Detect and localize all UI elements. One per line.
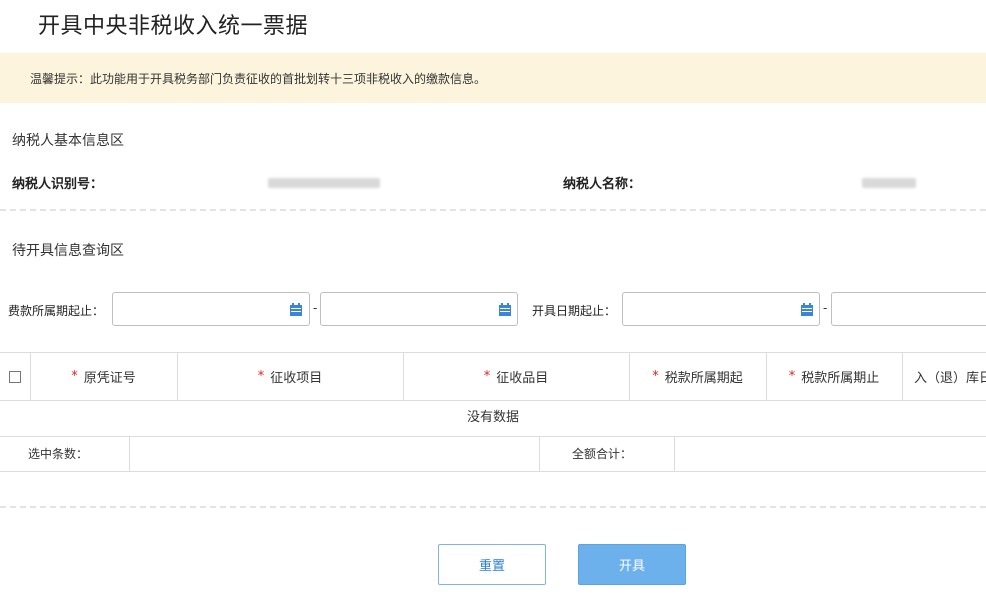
section-divider [0, 209, 986, 211]
total-amount-label: 全额合计： [540, 437, 675, 471]
col-header-period-end: * 税款所属期止 [766, 353, 903, 400]
fee-period-label: 费款所属期起止： [8, 304, 105, 318]
fee-period-start-input[interactable] [112, 292, 310, 326]
range-separator: - [313, 301, 318, 315]
col-header-item: * 征收项目 [177, 353, 404, 400]
issue-date-start-input[interactable] [622, 292, 820, 326]
query-section-title: 待开具信息查询区 [12, 243, 124, 259]
col-header-storage-date: 入（退）库日 [914, 371, 986, 386]
summary-row: 选中条数： 全额合计： [0, 437, 986, 472]
select-all-checkbox[interactable] [9, 370, 21, 383]
reset-button[interactable]: 重置 [438, 544, 546, 585]
calendar-icon[interactable] [290, 303, 302, 316]
section-divider [0, 506, 986, 508]
col-header-subitem: * 征收品目 [403, 353, 630, 400]
taxpayer-name-label: 纳税人名称： [563, 177, 642, 192]
taxpayer-section-title: 纳税人基本信息区 [12, 133, 124, 149]
select-all-cell [0, 353, 31, 400]
page-title: 开具中央非税收入统一票据 [38, 14, 309, 39]
total-amount-value [675, 437, 986, 471]
col-header-voucher: * 原凭证号 [30, 353, 178, 400]
notice-text: 温馨提示：此功能用于开具税务部门负责征收的首批划转十三项非税收入的缴款信息。 [30, 72, 487, 86]
selected-count-value [130, 437, 540, 471]
selected-count-label: 选中条数： [0, 437, 130, 471]
range-separator: - [823, 301, 828, 315]
calendar-icon[interactable] [499, 303, 511, 316]
fee-period-end-input[interactable] [320, 292, 518, 326]
calendar-icon[interactable] [801, 303, 813, 316]
empty-table-message: 没有数据 [0, 400, 986, 437]
col-header-period-start: * 税款所属期起 [629, 353, 767, 400]
table-header: * 原凭证号 * 征收项目 * 征收品目 * 税款所属期起 * 税款所属期止 入（退）库日 [0, 352, 986, 401]
notice-banner: 温馨提示：此功能用于开具税务部门负责征收的首批划转十三项非税收入的缴款信息。 [0, 53, 986, 103]
issue-date-end-input[interactable] [831, 292, 986, 326]
issue-button[interactable]: 开具 [578, 544, 686, 585]
issue-date-label: 开具日期起止： [532, 304, 617, 318]
taxpayer-id-value [268, 178, 380, 188]
taxpayer-id-label: 纳税人识别号： [12, 177, 104, 192]
taxpayer-name-value [862, 178, 916, 188]
